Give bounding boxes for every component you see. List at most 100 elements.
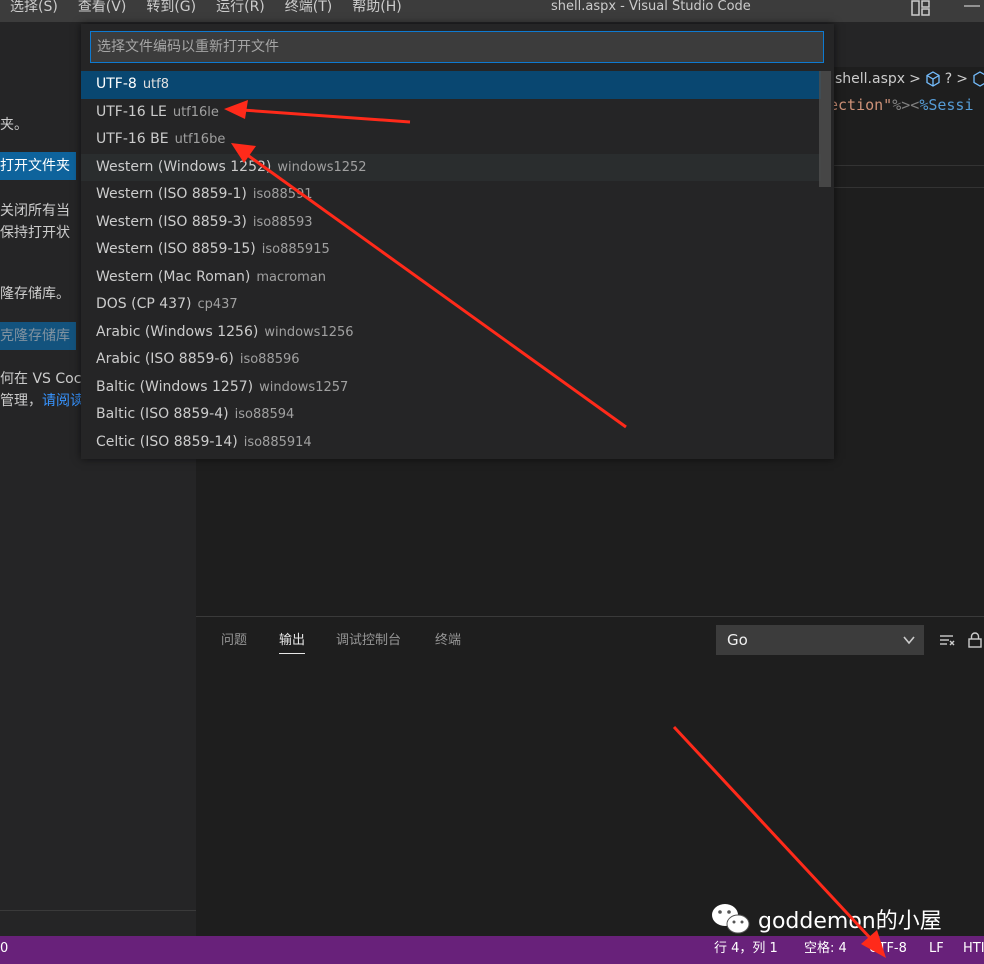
encoding-label: DOS (CP 437)	[96, 296, 192, 312]
encoding-option-windows1257[interactable]: Baltic (Windows 1257) windows1257	[81, 374, 821, 402]
encoding-option-iso88594[interactable]: Baltic (ISO 8859-4) iso88594	[81, 401, 821, 429]
encoding-id: cp437	[197, 297, 238, 312]
status-bar: 0 行 4，列 1 空格: 4 UTF-8 LF HTI	[0, 936, 984, 964]
encoding-id: iso885914	[243, 434, 312, 450]
editor-rule	[829, 165, 984, 166]
bottom-panel: 问题 输出 调试控制台 终端 Go	[196, 616, 984, 937]
breadcrumb-separator: >	[909, 71, 921, 87]
encoding-id: windows1257	[259, 379, 349, 395]
sidebar-divider	[0, 910, 196, 911]
encoding-option-iso88593[interactable]: Western (ISO 8859-3) iso88593	[81, 209, 821, 237]
status-encoding[interactable]: UTF-8	[869, 936, 907, 962]
encoding-quick-pick: UTF-8 utf8 UTF-16 LE utf16le UTF-16 BE utf1…	[81, 24, 834, 459]
encoding-option-utf8[interactable]: UTF-8 utf8	[81, 71, 821, 99]
sidebar-text-3: 保持打开状	[0, 225, 70, 241]
code-session: %Sessi	[919, 96, 974, 114]
clear-output-icon[interactable]	[938, 631, 956, 649]
encoding-list-scrollbar[interactable]	[819, 71, 831, 187]
encoding-id: windows1252	[277, 159, 367, 175]
sidebar-text-4: 隆存储库。	[0, 286, 70, 302]
menu-selection[interactable]: 选择(S)	[0, 0, 68, 17]
encoding-option-macroman[interactable]: Western (Mac Roman) macroman	[81, 264, 821, 292]
encoding-label: Western (ISO 8859-3)	[96, 213, 247, 230]
encoding-id: utf16be	[174, 132, 226, 147]
menu-bar: 选择(S) 查看(V) 转到(G) 运行(R) 终端(T) 帮助(H)	[0, 0, 412, 17]
encoding-option-iso885915[interactable]: Western (ISO 8859-15) iso885915	[81, 236, 821, 264]
encoding-option-iso88596[interactable]: Arabic (ISO 8859-6) iso88596	[81, 346, 821, 374]
status-problems-count[interactable]: 0	[0, 936, 8, 962]
wechat-icon	[712, 904, 750, 934]
layout-icon[interactable]	[911, 0, 931, 16]
minimize-icon[interactable]	[960, 0, 984, 16]
output-channel-value: Go	[727, 631, 748, 649]
encoding-id: iso88591	[252, 187, 313, 202]
encoding-option-cp437[interactable]: DOS (CP 437) cp437	[81, 291, 821, 319]
encoding-id: macroman	[256, 269, 327, 285]
encoding-option-utf16be[interactable]: UTF-16 BE utf16be	[81, 126, 821, 154]
encoding-option-windows1252[interactable]: Western (Windows 1252) windows1252	[81, 153, 821, 181]
cube-icon	[926, 71, 940, 87]
breadcrumb-separator-2: >	[956, 71, 968, 87]
status-cursor-position[interactable]: 行 4，列 1	[714, 936, 778, 962]
menu-run[interactable]: 运行(R)	[206, 0, 275, 17]
encoding-label: UTF-16 LE	[96, 103, 167, 120]
encoding-label: UTF-8	[96, 76, 137, 92]
encoding-label: Baltic (ISO 8859-4)	[96, 406, 229, 422]
encoding-label: UTF-16 BE	[96, 131, 169, 147]
tab-debug-console[interactable]: 调试控制台	[336, 631, 401, 651]
breadcrumb: shell.aspx > ? >	[835, 71, 984, 87]
encoding-id: iso88596	[239, 352, 300, 367]
encoding-id: utf16le	[172, 104, 219, 120]
code-line[interactable]: ection"%><%Sessi	[829, 96, 974, 114]
sidebar-text-6: 管理，请阅读	[0, 391, 84, 411]
encoding-label: Arabic (Windows 1256)	[96, 323, 259, 340]
lock-icon[interactable]	[966, 631, 984, 649]
tab-problems[interactable]: 问题	[221, 631, 247, 651]
watermark-text: goddemon的小屋	[758, 909, 942, 934]
encoding-label: Baltic (Windows 1257)	[96, 378, 254, 395]
sidebar-text-1: 夹。	[0, 117, 28, 133]
breadcrumb-file[interactable]: shell.aspx	[835, 71, 905, 87]
tab-output[interactable]: 输出	[279, 631, 306, 654]
encoding-option-iso885914[interactable]: Celtic (ISO 8859-14) iso885914	[81, 429, 821, 457]
encoding-label: Western (ISO 8859-1)	[96, 186, 247, 202]
code-tag-close: %>	[892, 96, 911, 114]
encoding-option-utf16le[interactable]: UTF-16 LE utf16le	[81, 99, 821, 127]
status-eol[interactable]: LF	[929, 936, 944, 962]
watermark: goddemon的小屋	[710, 902, 942, 936]
window-title: shell.aspx - Visual Studio Code	[551, 0, 751, 14]
encoding-option-iso88591[interactable]: Western (ISO 8859-1) iso88591	[81, 181, 821, 209]
code-tag-open: <	[910, 96, 920, 114]
encoding-id: iso885915	[261, 242, 330, 257]
menu-view[interactable]: 查看(V)	[68, 0, 137, 17]
menu-terminal[interactable]: 终端(T)	[275, 0, 342, 17]
title-bar: 选择(S) 查看(V) 转到(G) 运行(R) 终端(T) 帮助(H) shel…	[0, 0, 984, 22]
editor-rule-2	[829, 187, 984, 188]
menu-help[interactable]: 帮助(H)	[342, 0, 411, 17]
encoding-search-input[interactable]	[90, 31, 824, 63]
encoding-option-windows1256[interactable]: Arabic (Windows 1256) windows1256	[81, 319, 821, 347]
encoding-id: iso88593	[252, 214, 313, 230]
sidebar-text-5: 何在 VS Coc	[0, 371, 82, 387]
encoding-list: UTF-8 utf8 UTF-16 LE utf16le UTF-16 BE utf1…	[81, 71, 821, 456]
output-channel-select[interactable]: Go	[716, 625, 924, 655]
encoding-id: utf8	[142, 77, 169, 92]
encoding-label: Western (Windows 1252)	[96, 158, 272, 175]
chevron-down-icon	[903, 636, 915, 645]
status-indentation[interactable]: 空格: 4	[804, 936, 847, 962]
breadcrumb-symbol[interactable]: ?	[945, 71, 952, 87]
status-language[interactable]: HTI	[963, 936, 984, 962]
code-string: ection"	[829, 96, 893, 114]
encoding-label: Western (Mac Roman)	[96, 268, 251, 285]
menu-go[interactable]: 转到(G)	[136, 0, 206, 17]
sidebar-text-6-prefix: 管理，	[0, 393, 42, 409]
encoding-id: iso88594	[234, 407, 295, 422]
read-docs-link[interactable]: 请阅读	[42, 393, 84, 409]
cube-icon-2	[973, 71, 984, 87]
tab-terminal[interactable]: 终端	[435, 631, 461, 651]
clone-repo-button[interactable]: 克隆存储库	[0, 322, 76, 350]
encoding-label: Celtic (ISO 8859-14)	[96, 433, 238, 450]
encoding-label: Western (ISO 8859-15)	[96, 241, 256, 257]
encoding-id: windows1256	[264, 324, 354, 340]
open-folder-button[interactable]: 打开文件夹	[0, 152, 76, 180]
